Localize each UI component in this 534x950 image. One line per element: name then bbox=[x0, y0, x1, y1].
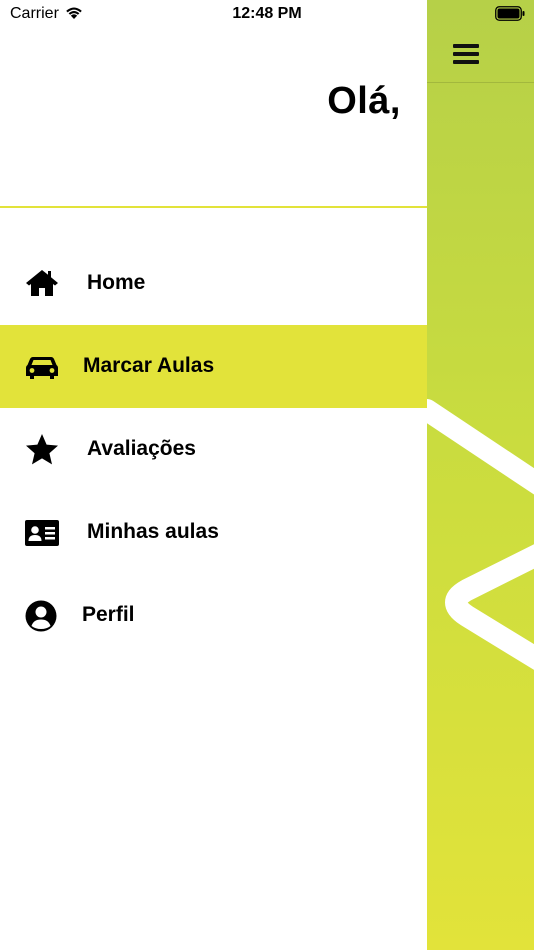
hamburger-menu-icon[interactable] bbox=[453, 42, 479, 66]
home-icon bbox=[26, 270, 58, 296]
app-background-panel bbox=[427, 0, 534, 950]
user-circle-icon bbox=[25, 600, 57, 632]
menu-item-avaliacoes[interactable]: Avaliações bbox=[0, 408, 427, 491]
menu-item-label: Minhas aulas bbox=[87, 520, 219, 543]
menu-item-marcar-aulas[interactable]: Marcar Aulas bbox=[0, 325, 427, 408]
decorative-chevron-shape bbox=[427, 399, 534, 670]
clock-time: 12:48 PM bbox=[232, 5, 302, 22]
menu-item-label: Home bbox=[87, 271, 146, 294]
id-card-icon bbox=[25, 520, 59, 546]
menu-item-home[interactable]: Home bbox=[0, 242, 427, 325]
navigation-drawer: Olá, Home Marcar Aulas Avaliações Minhas… bbox=[0, 0, 427, 950]
status-bar: Carrier 12:48 PM bbox=[0, 0, 534, 28]
menu-item-label: Perfil bbox=[82, 603, 135, 626]
star-icon bbox=[26, 434, 58, 465]
menu-item-label: Marcar Aulas bbox=[83, 354, 215, 377]
battery-icon bbox=[495, 6, 525, 21]
drawer-menu: Home Marcar Aulas Avaliações Minhas aula… bbox=[0, 242, 427, 657]
car-icon bbox=[26, 357, 58, 379]
drawer-header: Olá, bbox=[0, 28, 427, 208]
greeting-text: Olá, bbox=[327, 80, 401, 122]
menu-item-label: Avaliações bbox=[87, 437, 196, 460]
menu-item-perfil[interactable]: Perfil bbox=[0, 574, 427, 657]
menu-item-minhas-aulas[interactable]: Minhas aulas bbox=[0, 491, 427, 574]
